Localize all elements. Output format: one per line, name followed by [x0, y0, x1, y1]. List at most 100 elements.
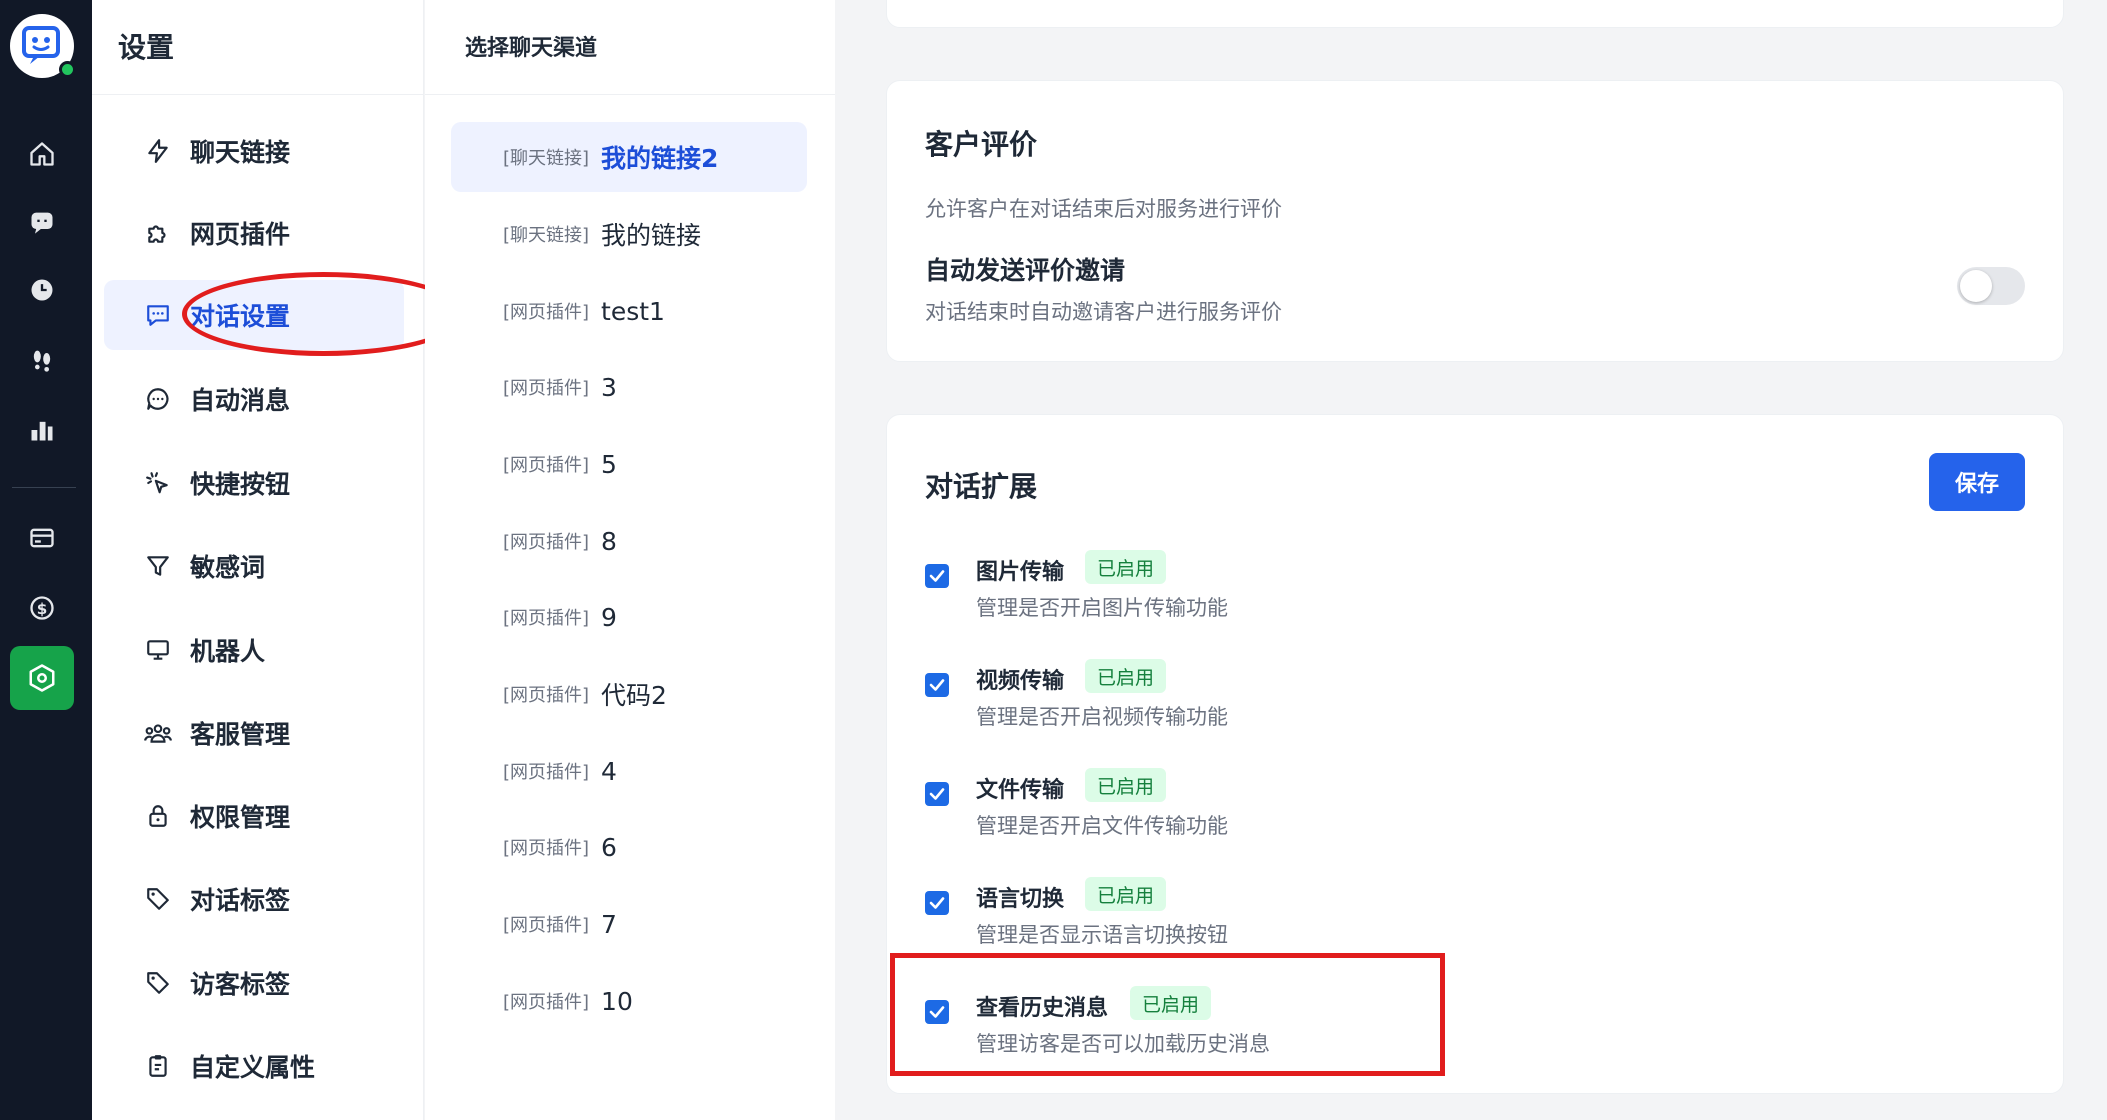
channel-name: 10 — [601, 986, 633, 1016]
robot-chat-icon — [22, 26, 60, 64]
lightning-icon — [142, 135, 174, 167]
channel-name: 5 — [601, 449, 617, 479]
checkbox-checked[interactable] — [925, 564, 949, 588]
checkbox-checked[interactable] — [925, 673, 949, 697]
channel-item[interactable]: [网页插件] 代码2 — [451, 659, 807, 729]
customer-rating-card: 客户评价 允许客户在对话结束后对服务进行评价 自动发送评价邀请 对话结束时自动邀… — [886, 80, 2064, 362]
feature-name: 查看历史消息 — [976, 996, 1109, 1021]
extension-title: 对话扩展 — [925, 470, 1038, 503]
nav-item-chat-links[interactable]: 聊天链接 — [104, 116, 404, 186]
channel-type: [网页插件] — [503, 992, 590, 1013]
channel-name: 3 — [601, 372, 617, 402]
channel-item[interactable]: [网页插件] 9 — [451, 582, 807, 652]
nav-item-custom-attributes[interactable]: 自定义属性 — [104, 1031, 404, 1101]
nav-item-permission-management[interactable]: 权限管理 — [104, 781, 404, 851]
channel-item[interactable]: [网页插件] 10 — [451, 966, 807, 1036]
channel-name: 4 — [601, 756, 617, 786]
save-button[interactable]: 保存 — [1929, 453, 2025, 511]
rating-description: 允许客户在对话结束后对服务进行评价 — [925, 197, 1282, 221]
channel-name: 7 — [601, 909, 617, 939]
status-badge: 已启用 — [1085, 659, 1167, 693]
nav-item-visitor-tags[interactable]: 访客标签 — [104, 948, 404, 1018]
status-badge: 已启用 — [1085, 550, 1167, 584]
home-icon[interactable] — [22, 134, 62, 174]
dollar-icon[interactable]: $ — [22, 588, 62, 628]
nav-item-label: 客服管理 — [190, 720, 291, 749]
channel-item[interactable]: [聊天链接] 我的链接 — [451, 199, 807, 269]
channel-name: 8 — [601, 526, 617, 556]
nav-item-conversation-settings[interactable]: 对话设置 — [104, 280, 404, 350]
channel-type: [网页插件] — [503, 685, 590, 706]
settings-nav: 设置 聊天链接 网页插件 对话设置 自动消息 快捷按钮 敏感词 机器人 客服管理… — [92, 0, 465, 1120]
channel-item[interactable]: [网页插件] 5 — [451, 429, 807, 499]
puzzle-icon — [142, 217, 174, 249]
checkbox-checked[interactable] — [925, 891, 949, 915]
chat-bubble-icon[interactable] — [22, 202, 62, 242]
bar-chart-icon[interactable] — [22, 410, 62, 450]
nav-item-label: 自定义属性 — [190, 1053, 316, 1082]
rail-divider — [12, 487, 76, 488]
nav-item-robot[interactable]: 机器人 — [104, 615, 404, 685]
nav-item-label: 网页插件 — [190, 220, 291, 249]
nav-item-label: 聊天链接 — [190, 138, 291, 167]
status-badge: 已启用 — [1130, 986, 1212, 1020]
channel-item[interactable]: [网页插件] 3 — [451, 352, 807, 422]
channel-type: [网页插件] — [503, 532, 590, 553]
feature-name: 图片传输 — [976, 560, 1065, 585]
feature-name: 视频传输 — [976, 669, 1065, 694]
channel-item[interactable]: [聊天链接] 我的链接2 — [451, 122, 807, 192]
filter-icon — [142, 550, 174, 582]
channel-type: [网页插件] — [503, 302, 590, 323]
check-icon — [929, 897, 945, 909]
online-status-dot — [59, 61, 76, 78]
nav-item-sensitive-words[interactable]: 敏感词 — [104, 531, 404, 601]
channel-type: [聊天链接] — [503, 148, 590, 169]
auto-invite-toggle[interactable] — [1957, 267, 2025, 305]
feature-name: 语言切换 — [976, 887, 1065, 912]
channel-type: [网页插件] — [503, 608, 590, 629]
credit-card-icon[interactable] — [22, 518, 62, 558]
nav-item-auto-messages[interactable]: 自动消息 — [104, 364, 404, 434]
channel-name: 9 — [601, 602, 617, 632]
auto-invite-description: 对话结束时自动邀请客户进行服务评价 — [925, 300, 1282, 324]
channel-item[interactable]: [网页插件] 6 — [451, 812, 807, 882]
channel-item[interactable]: [网页插件] 7 — [451, 889, 807, 959]
tag-icon — [142, 967, 174, 999]
channel-name: 我的链接 — [601, 221, 702, 250]
nav-item-agent-management[interactable]: 客服管理 — [104, 698, 404, 768]
clock-icon[interactable] — [22, 270, 62, 310]
footprints-icon[interactable] — [22, 340, 62, 380]
nav-item-quick-buttons[interactable]: 快捷按钮 — [104, 448, 404, 518]
channel-name: 我的链接2 — [601, 144, 719, 173]
feature-language-switch: 语言切换 已启用 管理是否显示语言切换按钮 — [925, 877, 1525, 967]
channel-item[interactable]: [网页插件] 8 — [451, 506, 807, 576]
nav-item-label: 访客标签 — [190, 970, 291, 999]
channel-type: [网页插件] — [503, 915, 590, 936]
nav-item-web-plugin[interactable]: 网页插件 — [104, 198, 404, 268]
channel-name: 6 — [601, 832, 617, 862]
channel-item[interactable]: [网页插件] 4 — [451, 736, 807, 806]
nav-item-label: 对话标签 — [190, 886, 291, 915]
nav-item-conversation-tags[interactable]: 对话标签 — [104, 864, 404, 934]
nav-item-label: 权限管理 — [190, 803, 291, 832]
feature-file-transfer: 文件传输 已启用 管理是否开启文件传输功能 — [925, 768, 1525, 858]
feature-view-history: 查看历史消息 已启用 管理访客是否可以加载历史消息 — [925, 986, 1525, 1076]
settings-content: 客户评价 允许客户在对话结束后对服务进行评价 自动发送评价邀请 对话结束时自动邀… — [836, 0, 2107, 1120]
app-logo[interactable] — [10, 14, 76, 78]
nav-item-label: 敏感词 — [190, 553, 266, 582]
checkbox-checked[interactable] — [925, 1000, 949, 1024]
conversation-extension-card: 对话扩展 保存 图片传输 已启用 管理是否开启图片传输功能 视频传输 已启用 管… — [886, 414, 2064, 1094]
feature-description: 管理是否开启视频传输功能 — [976, 705, 1228, 729]
icon-rail: $ — [0, 0, 92, 1120]
nav-item-label: 自动消息 — [190, 386, 291, 415]
cursor-click-icon — [142, 467, 174, 499]
channel-type: [网页插件] — [503, 455, 590, 476]
channel-type: [网页插件] — [503, 378, 590, 399]
channel-item[interactable]: [网页插件] test1 — [451, 276, 807, 346]
settings-hexagon-icon[interactable] — [10, 646, 74, 710]
checkbox-checked[interactable] — [925, 782, 949, 806]
svg-text:$: $ — [37, 600, 48, 618]
rating-title: 客户评价 — [925, 128, 1038, 161]
feature-description: 管理是否显示语言切换按钮 — [976, 923, 1228, 947]
divider — [425, 94, 835, 95]
